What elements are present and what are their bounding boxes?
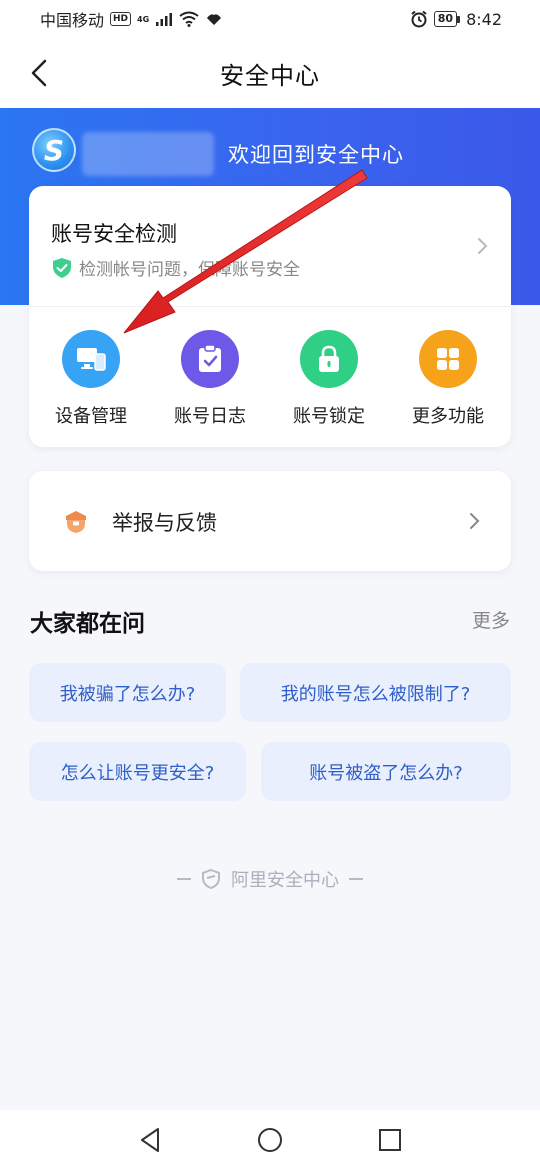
report-feedback-row[interactable]: 举报与反馈 [29,471,511,571]
battery-level: 80 [433,11,458,27]
police-badge-icon [66,511,86,533]
data-saver-icon [207,14,222,25]
faq-more-link[interactable]: 更多 [472,606,510,633]
battery-tip [457,15,461,23]
blurred-username [82,132,214,176]
footer-dash [177,878,191,880]
detect-title: 账号安全检测 [51,222,177,246]
status-bar: 中国移动 HD 4G 80 8:42 [0,0,540,38]
faq-title: 大家都在问 [30,611,145,637]
shield-icon [202,869,220,889]
clock: 8:42 [466,9,502,29]
chevron-right-icon [478,238,488,254]
welcome-text: 欢迎回到安全中心 [228,143,404,167]
alarm-icon [411,10,427,28]
lock-icon [300,330,358,388]
divider [29,306,511,307]
nav-bar: 安全中心 [0,38,540,108]
recents-square-icon[interactable] [375,1125,405,1155]
chevron-right-icon [470,513,480,529]
footer-brand: 阿里安全中心 [0,866,540,892]
status-left: 中国移动 HD 4G [40,7,223,31]
more-functions-button[interactable]: 更多功能 [398,330,498,428]
faq-question-chip[interactable]: 我的账号怎么被限制了? [240,663,511,722]
shield-check-icon [53,257,71,278]
carrier-label: 中国移动 [40,11,105,30]
network-type: 4G [137,14,150,24]
account-security-check[interactable]: 账号安全检测 检测帐号问题，保障账号安全 [29,186,511,306]
footer-dash [349,878,363,880]
faq-question-chip[interactable]: 怎么让账号更安全? [29,742,246,801]
hd-badge: HD [110,12,132,26]
account-lock-label: 账号锁定 [293,406,365,427]
detect-subtitle: 检测帐号问题，保障账号安全 [79,260,300,280]
account-lock-button[interactable]: 账号锁定 [279,330,379,428]
grid-icon [419,330,477,388]
chevron-left-icon[interactable] [26,58,56,88]
devices-icon [62,330,120,388]
system-nav-bar [0,1110,540,1170]
status-right: 80 8:42 [410,10,502,29]
faq-question-chip[interactable]: 我被骗了怎么办? [29,663,226,722]
clipboard-check-icon [181,330,239,388]
account-log-label: 账号日志 [174,406,246,427]
back-triangle-icon[interactable] [135,1125,165,1155]
wifi-icon [179,11,199,27]
device-management-button[interactable]: 设备管理 [41,330,141,428]
signal-icon [156,13,173,26]
security-logo: S [32,128,76,172]
page-title: 安全中心 [220,61,320,90]
report-feedback-label: 举报与反馈 [112,511,217,535]
faq-question-chip[interactable]: 账号被盗了怎么办? [261,742,511,801]
home-circle-icon[interactable] [255,1125,285,1155]
device-management-label: 设备管理 [55,406,127,427]
detect-subtitle-row: 检测帐号问题，保障账号安全 [51,255,300,280]
security-card: 账号安全检测 检测帐号问题，保障账号安全 设备管理 账号日志 账号锁定 更多功能 [29,186,511,447]
more-functions-label: 更多功能 [412,406,484,427]
battery-indicator: 80 [433,11,461,27]
footer-brand-label: 阿里安全中心 [231,870,339,891]
account-log-button[interactable]: 账号日志 [160,330,260,428]
